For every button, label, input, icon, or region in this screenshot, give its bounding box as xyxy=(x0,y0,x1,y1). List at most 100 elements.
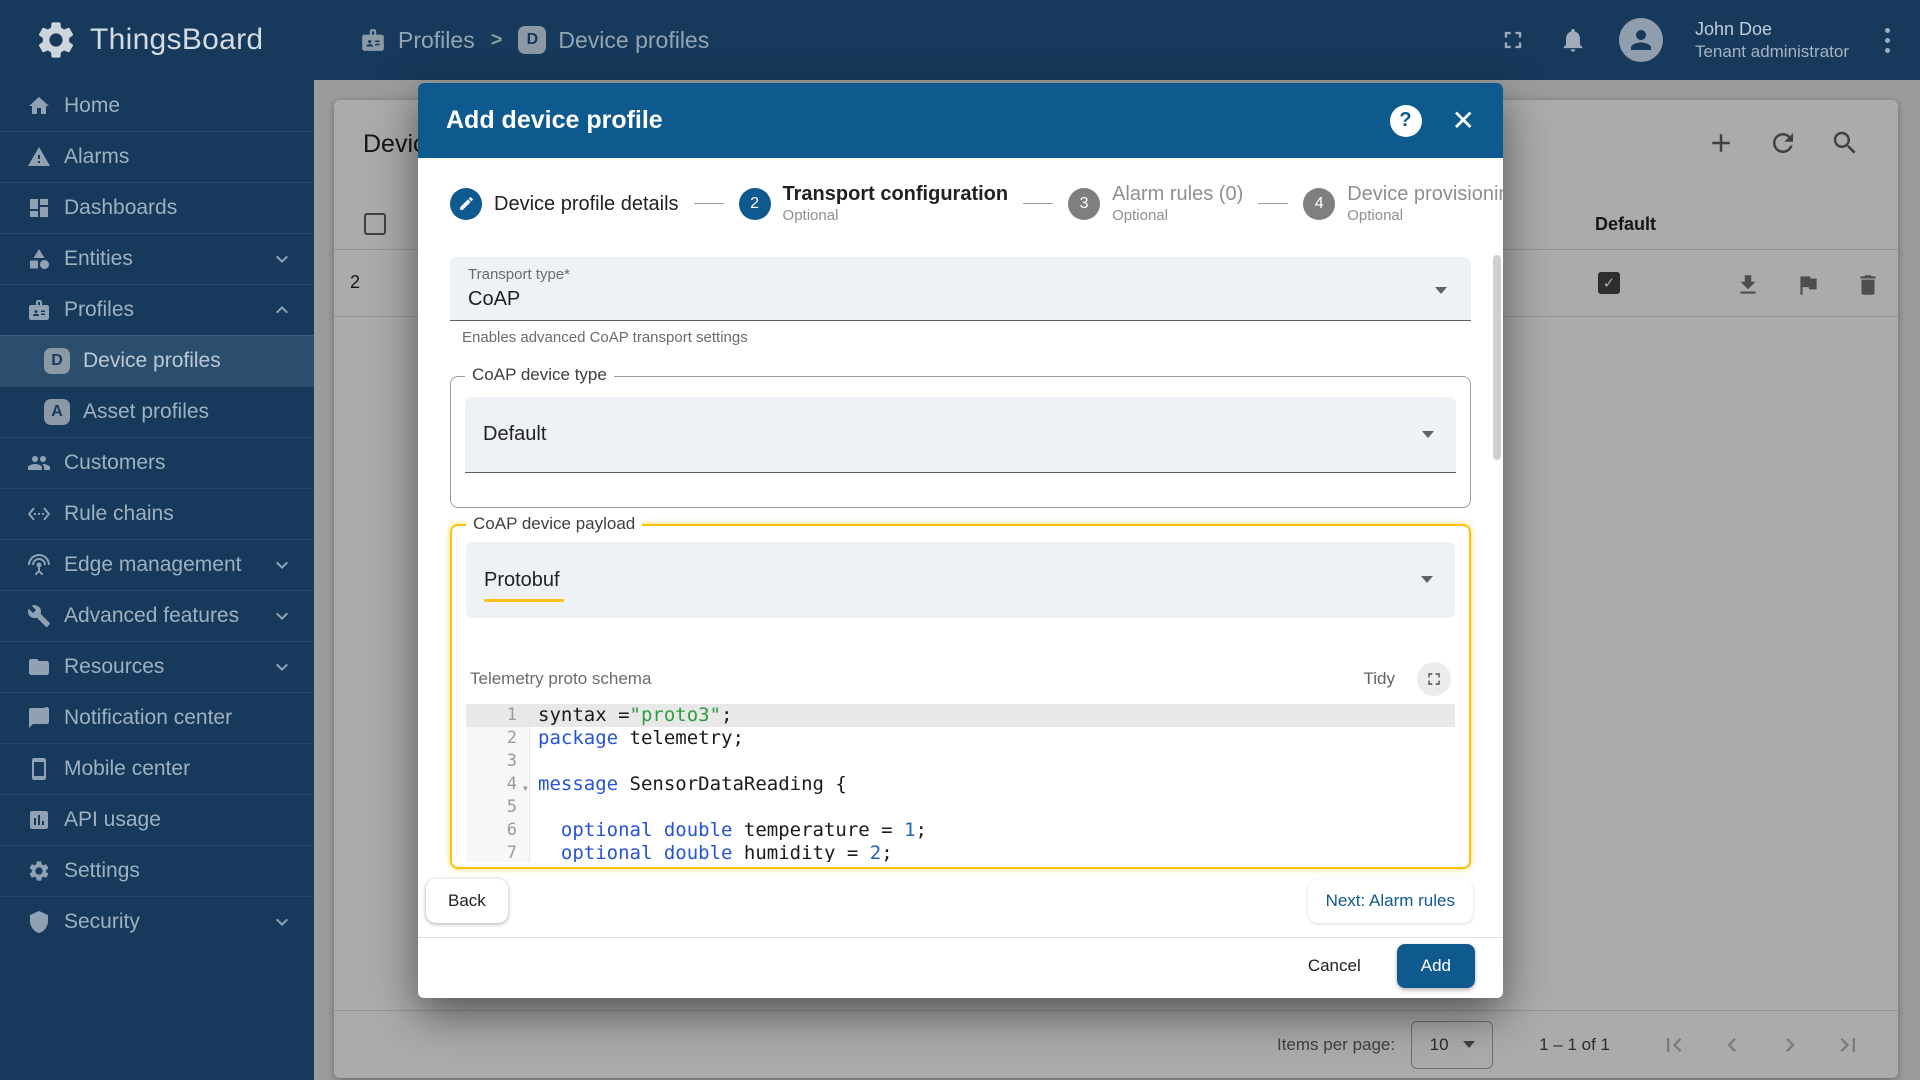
transport-type-select[interactable]: Transport type* CoAP xyxy=(450,257,1471,321)
proto-schema-editor[interactable]: 1 syntax ="proto3"; 2 package telemetry;… xyxy=(466,704,1455,862)
dialog-actions: Cancel Add xyxy=(418,938,1503,994)
asset-profile-icon: A xyxy=(44,399,70,425)
step-connector xyxy=(693,203,724,204)
sidebar-item-asset-profiles[interactable]: A Asset profiles xyxy=(0,386,314,437)
tidy-button[interactable]: Tidy xyxy=(1352,664,1408,694)
line-number: 6 xyxy=(466,819,530,842)
step-connector xyxy=(1258,203,1289,204)
dialog-title: Add device profile xyxy=(446,106,663,134)
step-device-provisioning[interactable]: 4 Device provisioning Optional xyxy=(1303,182,1503,225)
breadcrumb-device-profiles[interactable]: D Device profiles xyxy=(518,26,709,54)
step-label: Alarm rules (0) xyxy=(1112,183,1244,205)
code-line: 6 optional double temperature = 1; xyxy=(466,819,1455,842)
gear-icon xyxy=(27,859,51,883)
topbar-actions: John Doe Tenant administrator xyxy=(1499,18,1920,62)
sidebar-item-customers[interactable]: Customers xyxy=(0,437,314,488)
badge-icon xyxy=(362,29,384,51)
step-optional-label: Optional xyxy=(782,207,839,224)
kebab-icon xyxy=(1885,27,1890,33)
stepper: Device profile details 2 Transport confi… xyxy=(418,158,1503,243)
sidebar-item-alarms[interactable]: Alarms xyxy=(0,131,314,182)
thingsboard-logo[interactable]: ThingsBoard xyxy=(0,18,314,62)
person-icon xyxy=(1630,30,1651,50)
code-line: 2 package telemetry; xyxy=(466,727,1455,750)
editor-toolbar: Telemetry proto schema Tidy xyxy=(466,662,1455,696)
user-role: Tenant administrator xyxy=(1694,41,1849,61)
transport-type-value: CoAP xyxy=(468,288,521,310)
next-alarm-rules-button[interactable]: Next: Alarm rules xyxy=(1307,879,1473,923)
badge-icon xyxy=(27,298,51,322)
sidebar-item-resources[interactable]: Resources xyxy=(0,641,314,692)
breadcrumb-profiles[interactable]: Profiles xyxy=(360,27,475,54)
sidebar-item-api-usage[interactable]: API usage xyxy=(0,794,314,845)
highlight-underline xyxy=(484,599,564,602)
back-button[interactable]: Back xyxy=(426,879,508,923)
step-alarm-rules[interactable]: 3 Alarm rules (0) Optional xyxy=(1068,182,1243,225)
shield-icon xyxy=(27,910,51,934)
cancel-button[interactable]: Cancel xyxy=(1308,956,1361,976)
transport-type-hint: Enables advanced CoAP transport settings xyxy=(462,329,748,346)
home-icon xyxy=(27,94,51,118)
dropdown-caret-icon xyxy=(1421,576,1433,583)
stepper-navigation: Back Next: Alarm rules xyxy=(418,879,1503,923)
coap-device-payload-legend: CoAP device payload xyxy=(466,514,643,534)
more-menu-button[interactable] xyxy=(1881,24,1894,57)
editor-fullscreen-button[interactable] xyxy=(1417,662,1451,696)
step-number: 4 xyxy=(1303,187,1336,220)
dialog-header: Add device profile ? ✕ xyxy=(418,83,1503,158)
sidebar-item-settings[interactable]: Settings xyxy=(0,845,314,896)
sidebar-item-advanced-features[interactable]: Advanced features xyxy=(0,590,314,641)
people-icon xyxy=(27,451,51,475)
antenna-icon xyxy=(27,553,51,577)
add-confirm-button[interactable]: Add xyxy=(1396,944,1475,988)
step-optional-label: Optional xyxy=(1112,207,1168,224)
chevron-down-icon xyxy=(270,655,294,679)
sidebar-item-security[interactable]: Security xyxy=(0,896,314,947)
coap-device-type-value: Default xyxy=(483,423,547,445)
sidebar-item-notification-center[interactable]: Notification center xyxy=(0,692,314,743)
step-connector xyxy=(1023,203,1054,204)
sidebar-item-rule-chains[interactable]: Rule chains xyxy=(0,488,314,539)
line-number: 3 xyxy=(466,750,530,773)
entities-icon xyxy=(27,247,51,271)
notifications-button[interactable] xyxy=(1559,26,1587,54)
bell-icon xyxy=(1563,28,1583,52)
sidebar-item-entities[interactable]: Entities xyxy=(0,233,314,284)
step-transport-configuration[interactable]: 2 Transport configuration Optional xyxy=(738,182,1008,225)
fullscreen-button[interactable] xyxy=(1499,26,1527,54)
sidebar-item-device-profiles[interactable]: D Device profiles xyxy=(0,335,314,386)
sidebar-item-home[interactable]: Home xyxy=(0,80,314,131)
line-number: 4 ▾ xyxy=(466,773,530,796)
fullscreen-icon xyxy=(1428,673,1440,685)
coap-device-payload-group: CoAP device payload Protobuf Telemetry p… xyxy=(450,514,1471,869)
step-label: Device profile details xyxy=(494,192,679,215)
user-name: John Doe xyxy=(1694,19,1773,40)
code-line: 1 syntax ="proto3"; xyxy=(466,704,1455,727)
close-button[interactable]: ✕ xyxy=(1452,106,1475,135)
help-button[interactable]: ? xyxy=(1389,104,1422,137)
fullscreen-icon xyxy=(1504,31,1522,49)
chevron-down-icon xyxy=(270,553,294,577)
dashboards-icon xyxy=(27,196,51,220)
pencil-icon xyxy=(450,187,482,220)
step-device-profile-details[interactable]: Device profile details xyxy=(450,187,679,220)
coap-device-type-select[interactable]: Default xyxy=(465,397,1456,473)
sidebar-item-dashboards[interactable]: Dashboards xyxy=(0,182,314,233)
transport-type-label: Transport type* xyxy=(468,266,570,283)
user-info[interactable]: John Doe Tenant administrator xyxy=(1695,18,1849,62)
line-number: 2 xyxy=(466,727,530,750)
coap-device-payload-value: Protobuf xyxy=(484,568,560,591)
step-number: 2 xyxy=(738,187,771,220)
line-number: 7 xyxy=(466,842,530,862)
coap-device-payload-select[interactable]: Protobuf xyxy=(466,542,1455,618)
step-label: Device provisioning xyxy=(1347,183,1503,205)
line-number: 1 xyxy=(466,704,530,727)
line-number: 5 xyxy=(466,796,530,819)
user-avatar[interactable] xyxy=(1618,18,1663,62)
sidebar-item-mobile-center[interactable]: Mobile center xyxy=(0,743,314,794)
dialog-scrollbar-thumb[interactable] xyxy=(1493,255,1501,460)
sidebar-item-profiles[interactable]: Profiles xyxy=(0,284,314,335)
smartphone-icon xyxy=(27,757,51,781)
sidebar-item-edge-management[interactable]: Edge management xyxy=(0,539,314,590)
chat-bubble-icon xyxy=(27,706,51,730)
